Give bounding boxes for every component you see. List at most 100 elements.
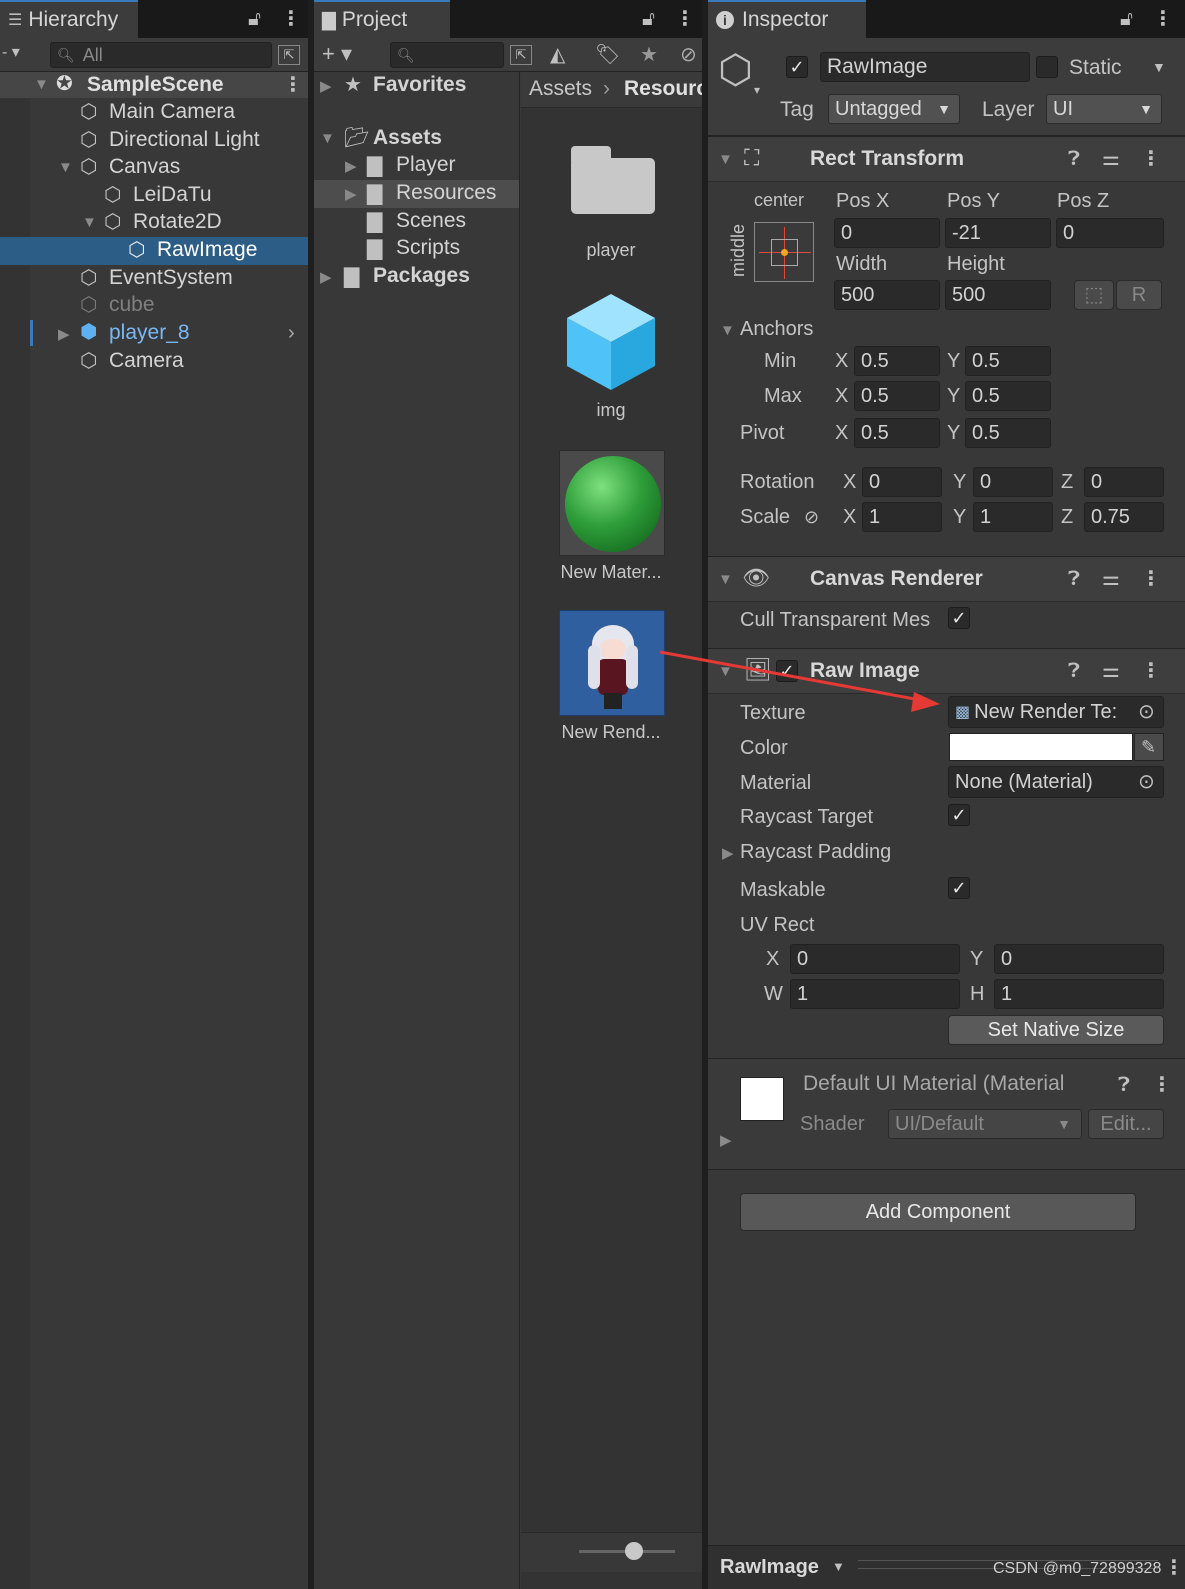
- collapse-triangle-icon[interactable]: ▼: [34, 76, 49, 93]
- static-checkbox[interactable]: [1036, 56, 1058, 78]
- chevron-down-icon[interactable]: ▼: [832, 1560, 845, 1573]
- tree-item-assets[interactable]: ▼ 📂︎ Assets: [314, 125, 519, 153]
- raw-edit-button[interactable]: R: [1116, 280, 1162, 310]
- component-more-icon[interactable]: ⋮: [1141, 661, 1161, 681]
- set-native-size-button[interactable]: Set Native Size: [948, 1015, 1164, 1045]
- height-input[interactable]: 500: [945, 280, 1051, 310]
- tree-item-scripts[interactable]: ▇ Scripts: [314, 235, 519, 263]
- expand-triangle-icon[interactable]: ▶: [722, 844, 734, 862]
- project-tab[interactable]: ▇ Project: [314, 0, 450, 38]
- help-icon[interactable]: ❓︎: [1068, 149, 1080, 169]
- uv-y-input[interactable]: 0: [994, 944, 1164, 974]
- collapse-triangle-icon[interactable]: ▼: [718, 151, 733, 168]
- object-picker-icon[interactable]: ⊙: [1138, 702, 1155, 722]
- scene-row[interactable]: ▼ ✪ SampleScene ⋮: [0, 72, 308, 98]
- object-picker-icon[interactable]: ⊙: [1138, 772, 1155, 792]
- rotation-z-input[interactable]: 0: [1084, 467, 1164, 497]
- rotation-y-input[interactable]: 0: [973, 467, 1053, 497]
- layer-dropdown[interactable]: UI ▼: [1046, 94, 1162, 124]
- width-input[interactable]: 500: [834, 280, 940, 310]
- tree-item-favorites[interactable]: ▶ ★ Favorites: [314, 72, 519, 100]
- expand-triangle-icon[interactable]: ▶: [345, 185, 357, 203]
- scale-x-input[interactable]: 1: [862, 502, 942, 532]
- rotation-x-input[interactable]: 0: [862, 467, 942, 497]
- cull-transparent-checkbox[interactable]: ✓: [948, 607, 970, 629]
- asset-new-material[interactable]: New Mater...: [541, 450, 681, 590]
- tag-dropdown[interactable]: Untagged ▼: [828, 94, 960, 124]
- hierarchy-item-rotate2d[interactable]: ▼ ⬡ Rotate2D: [0, 209, 308, 237]
- help-icon[interactable]: ❓︎: [1068, 569, 1080, 589]
- lock-icon[interactable]: 🔓︎: [642, 9, 655, 29]
- expand-triangle-icon[interactable]: ▶: [58, 325, 70, 343]
- collapse-triangle-icon[interactable]: ▼: [718, 571, 733, 588]
- rect-transform-header[interactable]: ▼ ⛶ Rect Transform ❓︎ ⚌ ⋮: [708, 136, 1185, 182]
- add-component-button[interactable]: Add Component: [740, 1193, 1136, 1231]
- hierarchy-item-eventsystem[interactable]: ⬡ EventSystem: [0, 265, 308, 293]
- presets-icon[interactable]: ⚌: [1102, 149, 1120, 169]
- create-dropdown-icon[interactable]: + ▾: [322, 43, 352, 65]
- hierarchy-item-cube[interactable]: ⬡ cube: [0, 292, 308, 320]
- filter-type-icon[interactable]: ◭: [550, 45, 565, 65]
- scene-visibility-icon[interactable]: ⇱: [278, 45, 300, 65]
- lock-icon[interactable]: 🔓︎: [1120, 9, 1133, 29]
- raycast-padding-label[interactable]: Raycast Padding: [740, 841, 891, 864]
- pivot-y-input[interactable]: 0.5: [965, 418, 1051, 448]
- uv-h-input[interactable]: 1: [994, 979, 1164, 1009]
- shader-edit-button[interactable]: Edit...: [1088, 1109, 1164, 1139]
- hierarchy-search-input[interactable]: 🔍︎ All: [50, 42, 272, 68]
- shader-dropdown[interactable]: UI/Default ▼: [888, 1109, 1082, 1139]
- expand-triangle-icon[interactable]: ▶: [720, 1131, 732, 1149]
- expand-triangle-icon[interactable]: ▶: [320, 77, 332, 95]
- slider-thumb[interactable]: [625, 1542, 643, 1560]
- scene-more-icon[interactable]: ⋮: [283, 75, 303, 95]
- thumbnail-size-slider[interactable]: [521, 1532, 702, 1572]
- texture-object-field[interactable]: ▩ New Render Te:: [948, 696, 1164, 728]
- hidden-eye-icon[interactable]: ⊘: [680, 45, 697, 65]
- more-icon[interactable]: ⋮: [281, 9, 301, 29]
- material-object-field[interactable]: None (Material): [948, 766, 1164, 798]
- inspector-tab[interactable]: i Inspector: [708, 0, 866, 38]
- asset-img-prefab[interactable]: img: [551, 290, 671, 430]
- static-dropdown-icon[interactable]: ▼: [1152, 60, 1166, 74]
- scale-y-input[interactable]: 1: [973, 502, 1053, 532]
- collapse-triangle-icon[interactable]: ▼: [58, 159, 73, 176]
- component-more-icon[interactable]: ⋮: [1152, 1075, 1172, 1095]
- anchor-min-x-input[interactable]: 0.5: [854, 346, 940, 376]
- project-search-input[interactable]: 🔍︎: [390, 42, 504, 68]
- posz-input[interactable]: 0: [1056, 218, 1164, 248]
- help-icon[interactable]: ❓︎: [1118, 1075, 1130, 1095]
- component-more-icon[interactable]: ⋮: [1141, 149, 1161, 169]
- eyedropper-button[interactable]: ✎: [1134, 733, 1164, 761]
- anchor-min-y-input[interactable]: 0.5: [965, 346, 1051, 376]
- tree-item-resources[interactable]: ▶ ▇ Resources: [314, 180, 519, 208]
- raycast-target-checkbox[interactable]: ✓: [948, 804, 970, 826]
- hierarchy-item-main-camera[interactable]: ⬡ Main Camera: [0, 99, 308, 127]
- collapse-triangle-icon[interactable]: ▼: [320, 130, 335, 147]
- posx-input[interactable]: 0: [834, 218, 940, 248]
- hierarchy-item-rawimage[interactable]: ⬡ RawImage: [0, 237, 308, 265]
- tree-item-player[interactable]: ▶ ▇ Player: [314, 152, 519, 180]
- anchor-max-x-input[interactable]: 0.5: [854, 381, 940, 411]
- footer-more-icon[interactable]: ⋮: [1164, 1558, 1184, 1578]
- more-icon[interactable]: ⋮: [1153, 9, 1173, 29]
- anchor-max-y-input[interactable]: 0.5: [965, 381, 1051, 411]
- hierarchy-item-leidatu[interactable]: ⬡ LeiDaTu: [0, 182, 308, 210]
- more-icon[interactable]: ⋮: [675, 9, 695, 29]
- search-scope-icon[interactable]: ⇱: [510, 45, 532, 65]
- favorite-star-icon[interactable]: ★: [640, 45, 658, 65]
- blueprint-mode-button[interactable]: ⬚: [1074, 280, 1114, 310]
- canvas-renderer-header[interactable]: ▼ 👁︎ Canvas Renderer ❓︎ ⚌ ⋮: [708, 556, 1185, 602]
- color-swatch[interactable]: [949, 733, 1133, 761]
- hierarchy-item-canvas[interactable]: ▼ ⬡ Canvas: [0, 154, 308, 182]
- scale-z-input[interactable]: 0.75: [1084, 502, 1164, 532]
- collapse-triangle-icon[interactable]: ▼: [718, 663, 733, 680]
- active-checkbox[interactable]: ✓: [786, 56, 808, 78]
- raw-image-enabled-checkbox[interactable]: ✓: [776, 660, 798, 682]
- constrain-proportions-icon[interactable]: ⊘: [804, 508, 819, 526]
- maskable-checkbox[interactable]: ✓: [948, 877, 970, 899]
- posy-input[interactable]: -21: [945, 218, 1051, 248]
- raw-image-header[interactable]: ▼ 🖼︎ ✓ Raw Image ❓︎ ⚌ ⋮: [708, 648, 1185, 694]
- lock-icon[interactable]: 🔓︎: [248, 9, 261, 29]
- collapse-triangle-icon[interactable]: ▼: [82, 214, 97, 231]
- anchors-collapse-triangle-icon[interactable]: ▼: [720, 322, 735, 339]
